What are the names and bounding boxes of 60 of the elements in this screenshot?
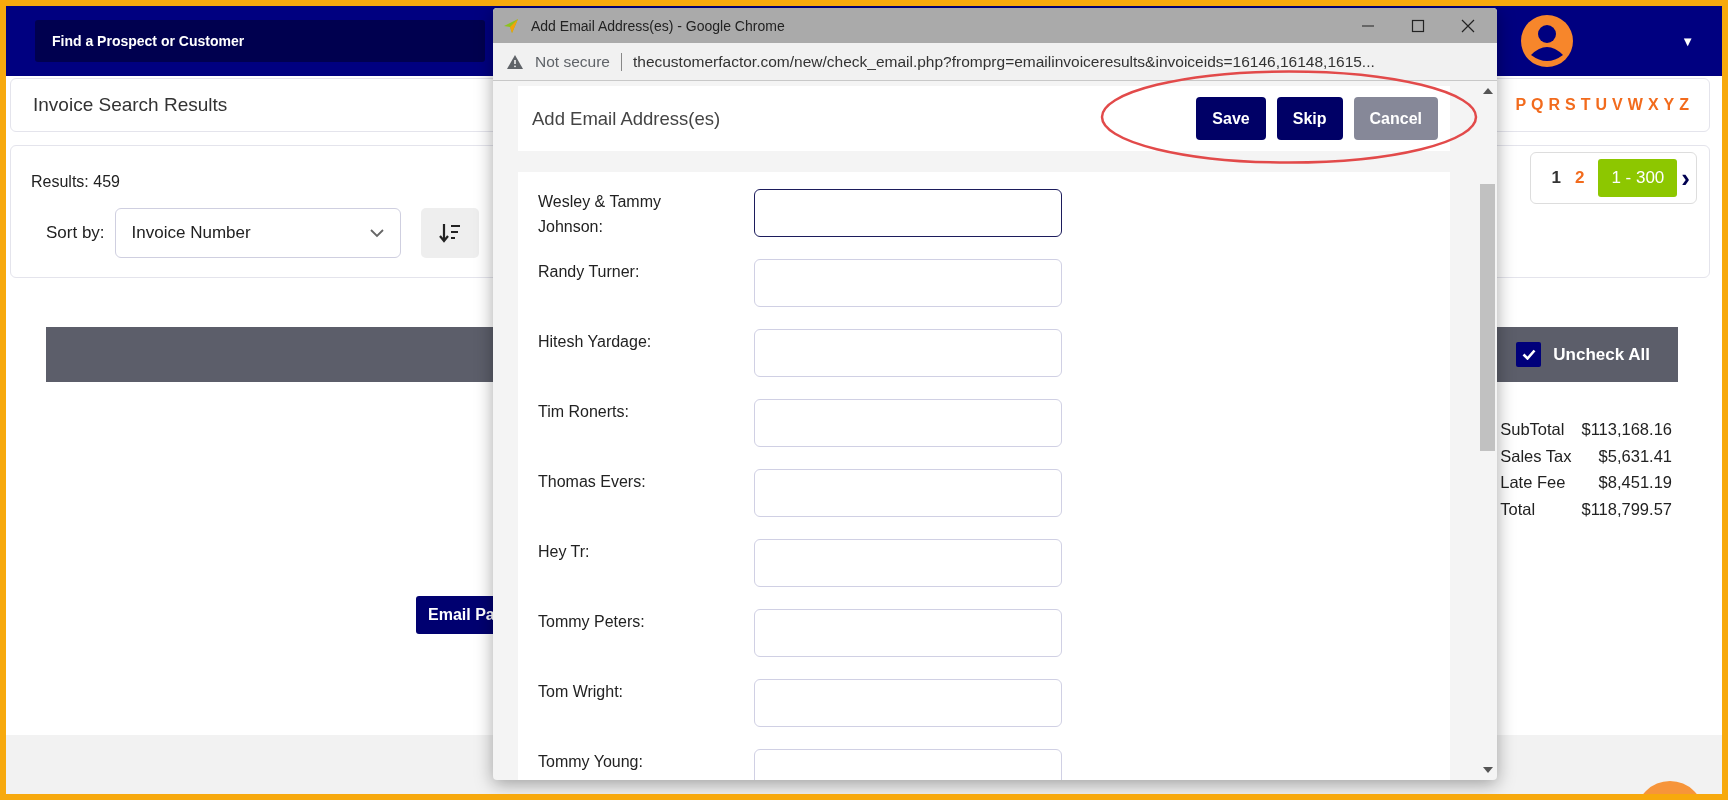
total-value: $5,631.41 <box>1597 445 1672 467</box>
field-label: Randy Turner: <box>538 262 641 282</box>
page-link[interactable]: 1 <box>1551 168 1561 188</box>
total-label: Sales Tax <box>1500 445 1572 467</box>
scrollbar-thumb[interactable] <box>1480 184 1495 451</box>
field-label: Thomas Evers: <box>538 472 647 492</box>
field-label: Tom Wright: <box>538 682 625 702</box>
letter-link[interactable]: U <box>1595 96 1608 114</box>
page-link[interactable]: 2 <box>1574 168 1585 188</box>
results-count: Results: 459 <box>31 173 121 191</box>
sort-dropdown[interactable]: Invoice Number <box>114 208 401 258</box>
dialog-title: Add Email Address(es) <box>532 107 721 130</box>
letter-link[interactable]: X <box>1647 96 1659 114</box>
total-label: Late Fee <box>1500 472 1567 493</box>
letter-link[interactable]: W <box>1627 96 1643 114</box>
checkmark-icon <box>1521 349 1536 360</box>
page-link[interactable]: 1 - 300 <box>1598 159 1678 197</box>
letter-link[interactable]: S <box>1565 96 1576 114</box>
avatar-icon[interactable] <box>1521 15 1574 67</box>
sort-label: Sort by: <box>46 223 105 243</box>
total-value: $8,451.19 <box>1597 472 1672 493</box>
user-menu-caret[interactable]: ▼ <box>1681 33 1694 49</box>
letter-link[interactable]: Z <box>1679 96 1689 114</box>
sort-order-button[interactable] <box>420 208 479 258</box>
uncheck-all-checkbox[interactable] <box>1516 342 1542 367</box>
field-label: Hitesh Yardage: <box>538 332 653 352</box>
letter-link[interactable]: R <box>1548 96 1561 114</box>
dialog-button[interactable]: Skip <box>1276 97 1343 140</box>
total-label: SubTotal <box>1500 419 1566 440</box>
warning-icon <box>507 54 523 69</box>
sort-descending-icon <box>438 223 461 243</box>
window-title: Add Email Address(es) - Google Chrome <box>531 17 785 34</box>
dialog-button[interactable]: Save <box>1196 97 1266 140</box>
scroll-up-arrow-icon[interactable] <box>1482 88 1493 94</box>
total-value: $118,799.57 <box>1581 498 1672 520</box>
uncheck-all-label[interactable]: Uncheck All <box>1553 344 1650 365</box>
url-text: thecustomerfactor.com/new/check_email.php?fromprg=emailinvoiceresults&invoiceids=16146,16148,1615... <box>632 52 1375 71</box>
letter-link[interactable]: P <box>1515 96 1527 114</box>
dialog-button[interactable]: Cancel <box>1353 97 1438 140</box>
paper-plane-icon <box>503 17 519 34</box>
close-icon[interactable] <box>1461 18 1475 33</box>
scroll-down-arrow-icon[interactable] <box>1482 767 1493 773</box>
field-label: Tommy Young: <box>538 752 644 772</box>
letter-link[interactable]: V <box>1612 96 1623 114</box>
field-label: Wesley & Tammy Johnson: <box>538 192 662 237</box>
letter-link[interactable]: Q <box>1531 96 1544 114</box>
find-customer-button[interactable]: Find a Prospect or Customer <box>35 20 485 62</box>
security-label: Not secure <box>535 52 622 71</box>
field-label: Hey Tr: <box>538 542 591 562</box>
field-label: Tommy Peters: <box>538 612 646 632</box>
page-title: Invoice Search Results <box>33 94 228 116</box>
email-input-field[interactable] <box>754 189 1062 237</box>
chevron-down-icon <box>369 228 384 238</box>
field-label: Tim Ronerts: <box>538 402 630 422</box>
total-value: $113,168.16 <box>1581 419 1672 440</box>
total-label: Total <box>1500 498 1537 520</box>
next-page-link[interactable]: › <box>1681 162 1690 194</box>
letter-link[interactable]: T <box>1580 96 1591 114</box>
letter-link[interactable]: Y <box>1663 96 1675 114</box>
maximize-icon[interactable] <box>1411 18 1425 33</box>
